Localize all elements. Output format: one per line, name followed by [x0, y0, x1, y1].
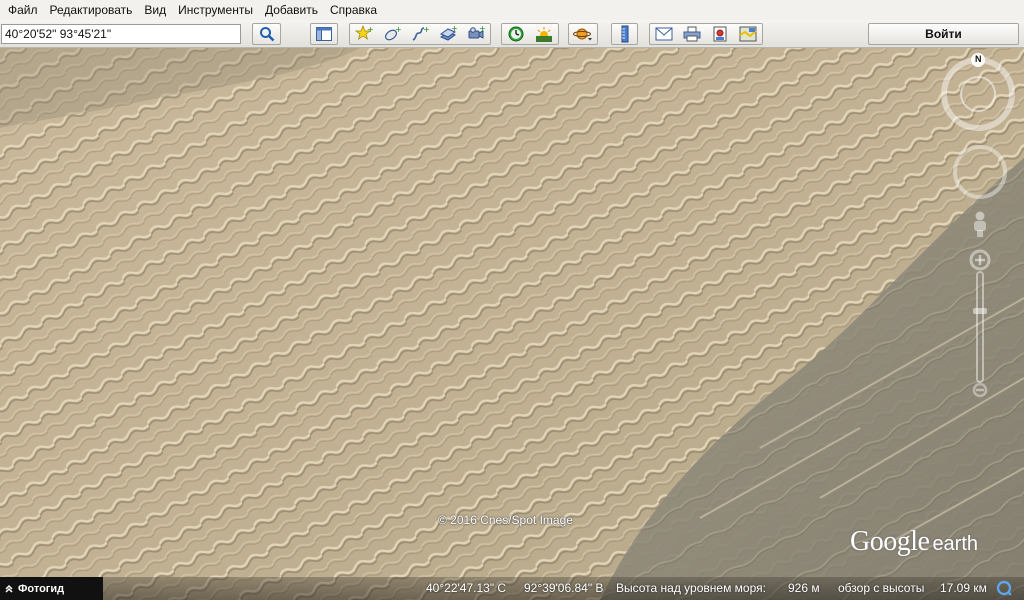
imagery-copyright: © 2016 Cnes/Spot Image — [438, 513, 573, 527]
sunlight-button[interactable] — [530, 24, 558, 44]
add-path-button[interactable]: + — [406, 24, 434, 44]
image-overlay-icon: + — [439, 25, 457, 41]
video-camera-icon: + — [468, 25, 485, 39]
ruler-button[interactable] — [611, 23, 638, 45]
view-in-maps-button[interactable] — [734, 24, 762, 44]
record-tour-button[interactable]: + — [462, 24, 490, 44]
polygon-icon: + — [384, 25, 401, 41]
google-earth-logo: Google earth — [850, 526, 978, 558]
view-tools-group — [501, 23, 559, 45]
printer-icon — [683, 26, 701, 42]
menu-bar: Файл Редактировать Вид Инструменты Добав… — [0, 0, 1024, 20]
login-button[interactable]: Войти — [868, 23, 1019, 45]
planet-icon — [573, 28, 592, 41]
svg-text:+: + — [395, 25, 401, 34]
menu-file[interactable]: Файл — [4, 0, 42, 20]
envelope-icon — [655, 27, 673, 41]
menu-help[interactable]: Справка — [326, 0, 381, 20]
svg-text:+: + — [479, 25, 485, 33]
svg-text:+: + — [423, 25, 429, 34]
zoom-slider[interactable] — [968, 248, 992, 398]
ruler-icon — [621, 25, 628, 43]
menu-tools[interactable]: Инструменты — [174, 0, 257, 20]
share-tools-group — [649, 23, 763, 45]
menu-view[interactable]: Вид — [140, 0, 170, 20]
elevation-label: Высота над уровнем моря: — [616, 581, 766, 595]
historical-imagery-button[interactable] — [502, 24, 530, 44]
logo-google-text: Google — [850, 526, 930, 557]
search-button[interactable] — [252, 23, 281, 45]
eye-altitude-label: обзор с высоты — [838, 581, 925, 595]
path-icon: + — [412, 25, 429, 41]
streaming-indicator-icon — [996, 580, 1012, 596]
photo-tour-label: Фотогид — [18, 582, 65, 595]
map-icon — [739, 26, 757, 42]
search-input[interactable] — [1, 24, 241, 44]
sidebar-panel-icon — [316, 27, 332, 41]
elevation-value: 926 м — [788, 581, 820, 595]
placemark-icon: + — [355, 25, 373, 40]
add-overlay-button[interactable]: + — [434, 24, 462, 44]
switch-sky-button[interactable] — [568, 23, 598, 45]
menu-add[interactable]: Добавить — [261, 0, 322, 20]
eye-altitude-value: 17.09 км — [940, 581, 987, 595]
compass-north-label: N — [975, 54, 982, 64]
latitude-readout: 40°22'47.13" С — [426, 581, 507, 595]
print-button[interactable] — [678, 24, 706, 44]
chevron-up-icon — [5, 584, 13, 593]
sidebar-toggle-button[interactable] — [310, 23, 338, 45]
svg-text:+: + — [451, 25, 457, 33]
status-bar: Фотогид 40°22'47.13" С 92°39'06.84" В Вы… — [0, 577, 1024, 600]
search-icon — [259, 27, 274, 42]
look-joystick[interactable] — [952, 144, 1008, 200]
logo-earth-text: earth — [932, 533, 979, 555]
photo-tour-toggle[interactable]: Фотогид — [0, 577, 103, 600]
longitude-readout: 92°39'06.84" В — [524, 581, 604, 595]
map-viewport[interactable]: © 2016 Cnes/Spot Image Google earth N — [0, 48, 1024, 600]
email-button[interactable] — [650, 24, 678, 44]
menu-edit[interactable]: Редактировать — [46, 0, 137, 20]
add-polygon-button[interactable]: + — [378, 24, 406, 44]
save-image-button[interactable] — [706, 24, 734, 44]
street-view-pegman-icon[interactable] — [968, 210, 992, 238]
svg-text:+: + — [367, 25, 373, 34]
add-tools-group: + + + + + — [349, 23, 491, 45]
sunrise-icon — [536, 27, 552, 42]
add-placemark-button[interactable]: + — [350, 24, 378, 44]
clock-icon — [508, 26, 524, 42]
save-image-icon — [713, 26, 727, 42]
toolbar: + + + + + — [0, 20, 1024, 48]
